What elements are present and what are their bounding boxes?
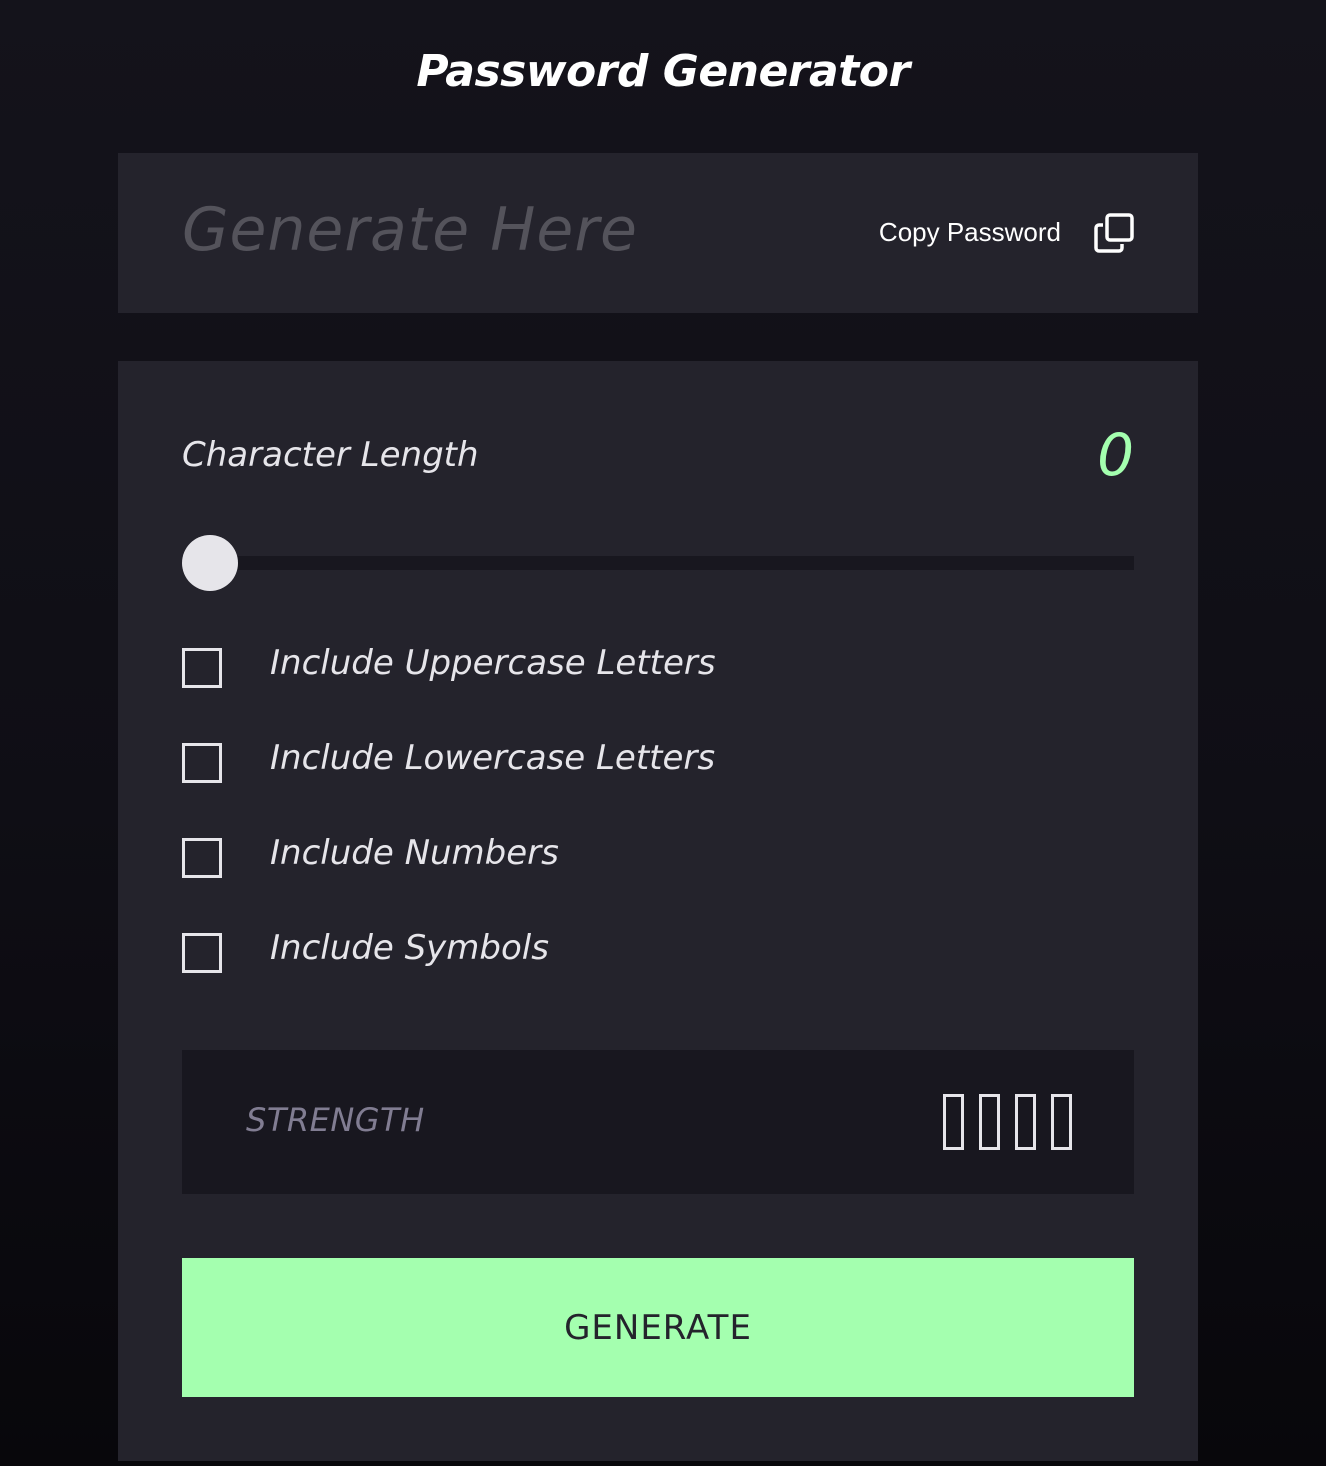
option-label: Include Uppercase Letters xyxy=(270,643,716,683)
option-label: Include Symbols xyxy=(270,928,549,968)
password-output[interactable]: Generate Here xyxy=(182,195,638,265)
strength-label: STRENGTH xyxy=(246,1101,425,1139)
copy-password-label[interactable]: Copy Password xyxy=(879,217,1061,248)
generate-button[interactable]: GENERATE xyxy=(182,1258,1134,1397)
character-length-value: 0 xyxy=(1097,421,1134,489)
option-label: Include Numbers xyxy=(270,833,559,873)
lowercase-checkbox[interactable] xyxy=(182,743,222,783)
strength-bars xyxy=(943,1094,1072,1150)
option-symbols[interactable]: Include Symbols xyxy=(182,928,882,973)
option-label: Include Lowercase Letters xyxy=(270,738,716,778)
length-slider[interactable] xyxy=(182,535,1134,591)
numbers-checkbox[interactable] xyxy=(182,838,222,878)
symbols-checkbox[interactable] xyxy=(182,933,222,973)
option-lowercase[interactable]: Include Lowercase Letters xyxy=(182,738,882,783)
slider-track xyxy=(182,556,1134,570)
strength-bar xyxy=(979,1094,1000,1150)
character-length-label: Character Length xyxy=(182,435,479,475)
strength-bar xyxy=(943,1094,964,1150)
copy-icon[interactable] xyxy=(1093,212,1135,254)
slider-thumb[interactable] xyxy=(182,535,238,591)
option-uppercase[interactable]: Include Uppercase Letters xyxy=(182,643,882,688)
strength-meter: STRENGTH xyxy=(182,1050,1134,1194)
strength-bar xyxy=(1015,1094,1036,1150)
strength-bar xyxy=(1051,1094,1072,1150)
option-numbers[interactable]: Include Numbers xyxy=(182,833,882,878)
settings-panel: Character Length 0 Include Uppercase Let… xyxy=(118,361,1198,1461)
page-title: Password Generator xyxy=(416,46,910,97)
password-output-panel: Generate Here Copy Password xyxy=(118,153,1198,313)
uppercase-checkbox[interactable] xyxy=(182,648,222,688)
